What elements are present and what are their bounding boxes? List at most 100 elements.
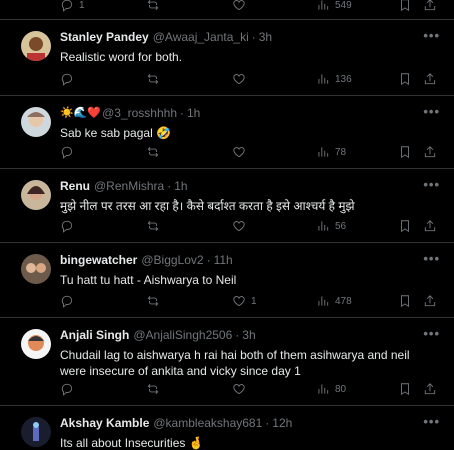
heart-icon <box>233 74 245 85</box>
retweet-icon <box>147 0 159 10</box>
views-button[interactable]: 549 <box>316 0 352 12</box>
timestamp[interactable]: 3h <box>259 30 272 45</box>
tweet-actions: 80 <box>60 381 440 397</box>
views-button[interactable]: 136 <box>316 72 352 86</box>
tweet-partial: 1 549 <box>0 0 454 20</box>
share-icon <box>424 220 436 232</box>
like-button[interactable] <box>232 382 246 396</box>
author-name[interactable]: Akshay Kamble <box>60 416 149 431</box>
share-icon <box>424 146 436 158</box>
author-handle[interactable]: @RenMishra <box>94 179 164 194</box>
reply-button[interactable] <box>60 382 74 396</box>
reply-button[interactable] <box>60 145 74 159</box>
timestamp[interactable]: 11h <box>214 253 233 268</box>
share-button[interactable] <box>423 382 437 396</box>
avatar[interactable] <box>21 180 51 210</box>
views-icon <box>318 74 329 84</box>
tweet-header: ☀️🌊❤️ @3_rosshhhh · 1h <box>60 106 438 121</box>
reply-button[interactable] <box>60 72 74 86</box>
share-icon <box>424 73 436 85</box>
reply-button[interactable] <box>60 294 74 308</box>
author-name[interactable]: Renu <box>60 179 90 194</box>
timestamp[interactable]: 3h <box>242 328 255 343</box>
more-icon[interactable]: ••• <box>423 414 440 429</box>
timestamp[interactable]: 1h <box>174 179 187 194</box>
separator: · <box>265 416 270 430</box>
more-icon[interactable]: ••• <box>423 177 440 192</box>
share-button[interactable] <box>423 0 437 12</box>
more-icon[interactable]: ••• <box>423 326 440 341</box>
retweet-button[interactable] <box>146 145 160 159</box>
like-button[interactable] <box>232 219 246 233</box>
bookmark-icon <box>401 220 409 233</box>
author-handle[interactable]: @3_rosshhhh <box>102 106 177 121</box>
like-button[interactable] <box>232 145 246 159</box>
heart-icon <box>233 147 245 158</box>
like-button[interactable] <box>232 0 246 12</box>
author-handle[interactable]: @BiggLov2 <box>141 253 203 268</box>
tweet-header: Stanley Pandey @Awaaj_Janta_ki · 3h <box>60 30 438 45</box>
tweet[interactable]: Stanley Pandey @Awaaj_Janta_ki · 3h Real… <box>0 20 454 96</box>
author-name[interactable]: ☀️🌊❤️ <box>60 106 101 121</box>
author-handle[interactable]: @kambleakshay681 <box>153 416 262 431</box>
bookmark-icon <box>401 0 409 12</box>
tweet[interactable]: Renu @RenMishra · 1h मुझे नील पर तरस आ र… <box>0 169 454 243</box>
views-button[interactable]: 80 <box>316 382 346 396</box>
bookmark-button[interactable] <box>398 72 412 86</box>
more-icon[interactable]: ••• <box>423 28 440 43</box>
retweet-button[interactable] <box>146 219 160 233</box>
views-button[interactable]: 56 <box>316 219 346 233</box>
views-icon <box>318 296 329 306</box>
avatar[interactable] <box>21 254 51 284</box>
bookmark-button[interactable] <box>398 219 412 233</box>
bookmark-button[interactable] <box>398 145 412 159</box>
reply-button[interactable]: 1 <box>60 0 85 12</box>
avatar[interactable] <box>21 329 51 359</box>
retweet-button[interactable] <box>146 0 160 12</box>
retweet-button[interactable] <box>146 72 160 86</box>
timestamp[interactable]: 1h <box>187 106 200 121</box>
author-name[interactable]: Stanley Pandey <box>60 30 149 45</box>
avatar[interactable] <box>21 107 51 137</box>
retweet-button[interactable] <box>146 294 160 308</box>
tweet[interactable]: ☀️🌊❤️ @3_rosshhhh · 1h Sab ke sab pagal … <box>0 96 454 169</box>
tweet-text: Realistic word for both. <box>60 50 183 64</box>
tweet[interactable]: bingewatcher @BiggLov2 · 11h Tu hatt tu … <box>0 243 454 318</box>
bookmark-button[interactable] <box>398 294 412 308</box>
share-button[interactable] <box>423 145 437 159</box>
author-name[interactable]: bingewatcher <box>60 253 137 268</box>
retweet-icon <box>147 221 159 231</box>
retweet-button[interactable] <box>146 382 160 396</box>
reply-feed: 1 549 Stanley Pandey @Awaaj_Janta_ki · 3… <box>0 0 454 450</box>
views-button[interactable]: 78 <box>316 145 346 159</box>
share-button[interactable] <box>423 219 437 233</box>
separator: · <box>251 30 256 44</box>
tweet[interactable]: Akshay Kamble @kambleakshay681 · 12h Its… <box>0 406 454 450</box>
reply-button[interactable] <box>60 219 74 233</box>
bookmark-button[interactable] <box>398 382 412 396</box>
author-name[interactable]: Anjali Singh <box>60 328 129 343</box>
retweet-icon <box>147 384 159 394</box>
author-handle[interactable]: @AnjaliSingh2506 <box>133 328 232 343</box>
bookmark-button[interactable] <box>398 0 412 12</box>
avatar[interactable] <box>21 31 51 61</box>
share-button[interactable] <box>423 72 437 86</box>
share-button[interactable] <box>423 294 437 308</box>
views-button[interactable]: 478 <box>316 294 352 308</box>
like-button[interactable] <box>232 72 246 86</box>
more-icon[interactable]: ••• <box>423 251 440 266</box>
tweet-header: Anjali Singh @AnjaliSingh2506 · 3h <box>60 328 438 343</box>
timestamp[interactable]: 12h <box>272 416 292 431</box>
tweet-actions: 1 478 <box>60 293 440 309</box>
tweet[interactable]: Anjali Singh @AnjaliSingh2506 · 3h Chuda… <box>0 318 454 406</box>
author-handle[interactable]: @Awaaj_Janta_ki <box>153 30 249 45</box>
tweet-text: Its all about Insecurities 🤞 <box>60 436 204 450</box>
heart-icon <box>233 221 245 232</box>
reply-icon <box>61 0 73 12</box>
tweet-actions: 136 <box>60 71 440 87</box>
views-icon <box>318 384 329 394</box>
like-button[interactable]: 1 <box>232 294 257 308</box>
avatar[interactable] <box>21 417 51 447</box>
more-icon[interactable]: ••• <box>423 104 440 119</box>
bookmark-icon <box>401 73 409 86</box>
